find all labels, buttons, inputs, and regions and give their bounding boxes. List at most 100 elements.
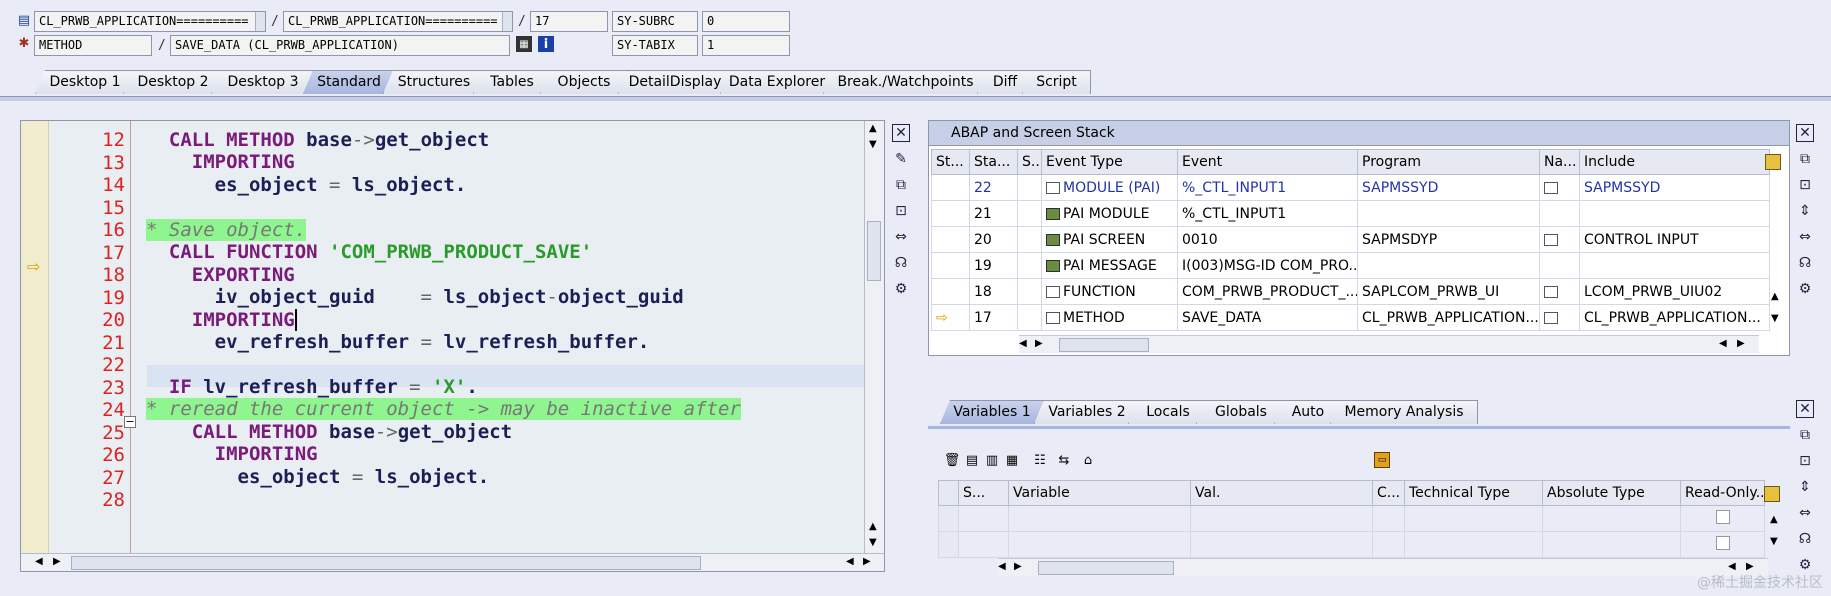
list-icon[interactable]: ▤ [964, 452, 980, 468]
info-icon[interactable]: i [538, 36, 554, 52]
variable-row[interactable] [938, 531, 1765, 558]
scroll-up-icon[interactable]: ▲ [869, 521, 877, 532]
maximize-icon[interactable]: ⊡ [892, 202, 910, 220]
column-settings-icon[interactable] [1764, 486, 1780, 502]
services-icon[interactable]: ☊ [1796, 530, 1814, 548]
stack-row[interactable]: 18 FUNCTION COM_PRWB_PRODUCT_... SAPLCOM_PR… [931, 278, 1770, 305]
variables-column-header[interactable]: S... [958, 480, 1009, 506]
scroll-right-icon[interactable]: ▶ [863, 556, 871, 567]
source-code-editor[interactable]: ⇨ − 12 13 14 15 16 17 18 19 20 21 22 23 24 25 26 27 28 C… [20, 120, 885, 572]
settings-icon[interactable]: ⚙ [892, 280, 910, 298]
maximize-icon[interactable]: ⊡ [1796, 176, 1814, 194]
include-field[interactable]: CL_PRWB_APPLICATION========== [283, 11, 513, 32]
read-only-checkbox[interactable] [1715, 509, 1730, 524]
resize-icon[interactable]: ⇔ [892, 228, 910, 246]
scroll-left-icon[interactable]: ◀ [1728, 561, 1736, 572]
event-name-field[interactable]: SAVE_DATA (CL_PRWB_APPLICATION) [170, 35, 510, 56]
hierarchy-icon[interactable]: ☷ [1032, 452, 1048, 468]
tab-structures[interactable]: Structures [383, 70, 485, 94]
stack-row[interactable]: 20 PAI SCREEN 0010 SAPMSDYP CONTROL INPUT [931, 226, 1770, 253]
variables-column-header[interactable]: C... [1372, 480, 1405, 506]
navigate-source-icon[interactable] [1544, 181, 1558, 194]
stack-column-header[interactable]: S.. [1017, 149, 1042, 175]
scroll-left-icon[interactable]: ◀ [846, 556, 854, 567]
scroll-up-icon[interactable]: ▲ [869, 123, 877, 134]
tab-globals[interactable]: Globals [1196, 400, 1286, 424]
tab-desktop-3[interactable]: Desktop 3 [211, 70, 315, 94]
scroll-left-icon[interactable]: ◀ [1019, 338, 1027, 349]
navigate-source-icon[interactable] [1544, 285, 1558, 298]
variables-column-header[interactable]: Val. [1190, 480, 1373, 506]
close-icon[interactable]: ✕ [1796, 400, 1814, 418]
scroll-thumb[interactable] [1038, 561, 1174, 575]
scroll-left-icon[interactable]: ◀ [998, 561, 1006, 572]
scroll-right-icon[interactable]: ▶ [1746, 561, 1754, 572]
scroll-left-icon[interactable]: ◀ [1719, 338, 1727, 349]
tab-variables-2[interactable]: Variables 2 [1034, 400, 1140, 424]
close-icon[interactable]: ✕ [892, 124, 910, 142]
new-tool-icon[interactable]: ✎ [892, 150, 910, 168]
resize-icon[interactable]: ⇔ [1796, 228, 1814, 246]
remove-icon[interactable]: ▦ [1004, 452, 1020, 468]
stack-column-header[interactable]: Include [1579, 149, 1770, 175]
tab-variables-1[interactable]: Variables 1 [940, 400, 1044, 424]
tab-locals[interactable]: Locals [1128, 400, 1208, 424]
tab-tables[interactable]: Tables [473, 70, 551, 94]
tab-objects[interactable]: Objects [540, 70, 628, 94]
scroll-left-icon[interactable]: ◀ [35, 556, 43, 567]
insert-icon[interactable]: ▥ [984, 452, 1000, 468]
resize-icon[interactable]: ⇔ [1796, 504, 1814, 522]
editor-horizontal-scrollbar[interactable]: ◀ ▶ ◀ ▶ [21, 553, 884, 571]
line-number-field[interactable]: 17 [530, 11, 608, 32]
variables-column-header[interactable]: Read-Only... [1680, 480, 1765, 506]
stack-column-header[interactable]: Sta... [969, 149, 1018, 175]
display-icon[interactable]: ▦ [516, 36, 532, 52]
stack-column-header[interactable]: Event Type [1041, 149, 1178, 175]
scroll-thumb[interactable] [867, 221, 881, 281]
tab-desktop-2[interactable]: Desktop 2 [123, 70, 223, 94]
delete-icon[interactable]: 🗑 [944, 452, 961, 468]
tab-data-explorer[interactable]: Data Explorer [720, 70, 834, 94]
navigate-source-icon[interactable] [1544, 311, 1558, 324]
scroll-right-icon[interactable]: ▶ [1737, 338, 1745, 349]
stack-column-header[interactable]: St... [931, 149, 970, 175]
maximize-icon[interactable]: ⊡ [1796, 452, 1814, 470]
scroll-down-icon[interactable]: ▼ [869, 139, 877, 150]
stack-row[interactable]: 21 PAI MODULE %_CTL_INPUT1 [931, 200, 1770, 227]
resize-vertical-icon[interactable]: ⇕ [1796, 202, 1814, 220]
services-icon[interactable]: ☊ [892, 254, 910, 272]
tab-breakpoints[interactable]: Break./Watchpoints [823, 70, 988, 94]
save-icon[interactable]: ▭ [1374, 452, 1390, 468]
navigate-icon[interactable]: ⇆ [1056, 452, 1072, 468]
read-only-checkbox[interactable] [1715, 535, 1730, 550]
stack-column-header[interactable]: Na... [1539, 149, 1580, 175]
tab-memory-analysis[interactable]: Memory Analysis [1330, 400, 1478, 424]
scroll-thumb[interactable] [71, 556, 701, 570]
tab-detail-display[interactable]: DetailDisplay [618, 70, 732, 94]
scroll-right-icon[interactable]: ▶ [1035, 338, 1043, 349]
scroll-thumb[interactable] [1059, 338, 1149, 352]
variables-column-header[interactable]: Variable [1008, 480, 1191, 506]
stack-horizontal-scrollbar[interactable]: ◀ ▶ ◀ ▶ [1019, 335, 1759, 353]
close-icon[interactable]: ✕ [1796, 124, 1814, 142]
stack-row[interactable]: 19 PAI MESSAGE I(003)MSG-ID COM_PRO... [931, 252, 1770, 279]
vars-vscroll-up-icon[interactable]: ▲ [1770, 514, 1778, 525]
column-settings-icon[interactable] [1765, 154, 1781, 170]
event-type-field[interactable]: METHOD [34, 35, 152, 56]
stack-row[interactable]: ⇨ 17 METHOD SAVE_DATA CL_PRWB_APPLICATION...… [931, 304, 1770, 331]
swap-tool-icon[interactable]: ⧉ [892, 176, 910, 194]
breakpoint-gutter[interactable] [21, 121, 49, 571]
editor-vertical-scrollbar[interactable]: ▲ ▼ ▲ ▼ [864, 121, 884, 555]
vars-vscroll-down-icon[interactable]: ▼ [1770, 536, 1778, 547]
variables-column-header[interactable]: Technical Type [1404, 480, 1543, 506]
scroll-right-icon[interactable]: ▶ [53, 556, 61, 567]
folder-icon[interactable]: ⌂ [1080, 452, 1096, 468]
settings-icon[interactable]: ⚙ [1796, 280, 1814, 298]
stack-row[interactable]: 22 MODULE (PAI) %_CTL_INPUT1 SAPMSSYD SAPMSS… [931, 174, 1770, 201]
stack-column-header[interactable]: Event [1177, 149, 1358, 175]
stack-column-header[interactable]: Program [1357, 149, 1540, 175]
tab-desktop-1[interactable]: Desktop 1 [35, 70, 135, 94]
scroll-right-icon[interactable]: ▶ [1014, 561, 1022, 572]
tab-standard[interactable]: Standard [303, 70, 395, 94]
vars-horizontal-scrollbar[interactable]: ◀ ▶ ◀ ▶ [998, 558, 1768, 576]
